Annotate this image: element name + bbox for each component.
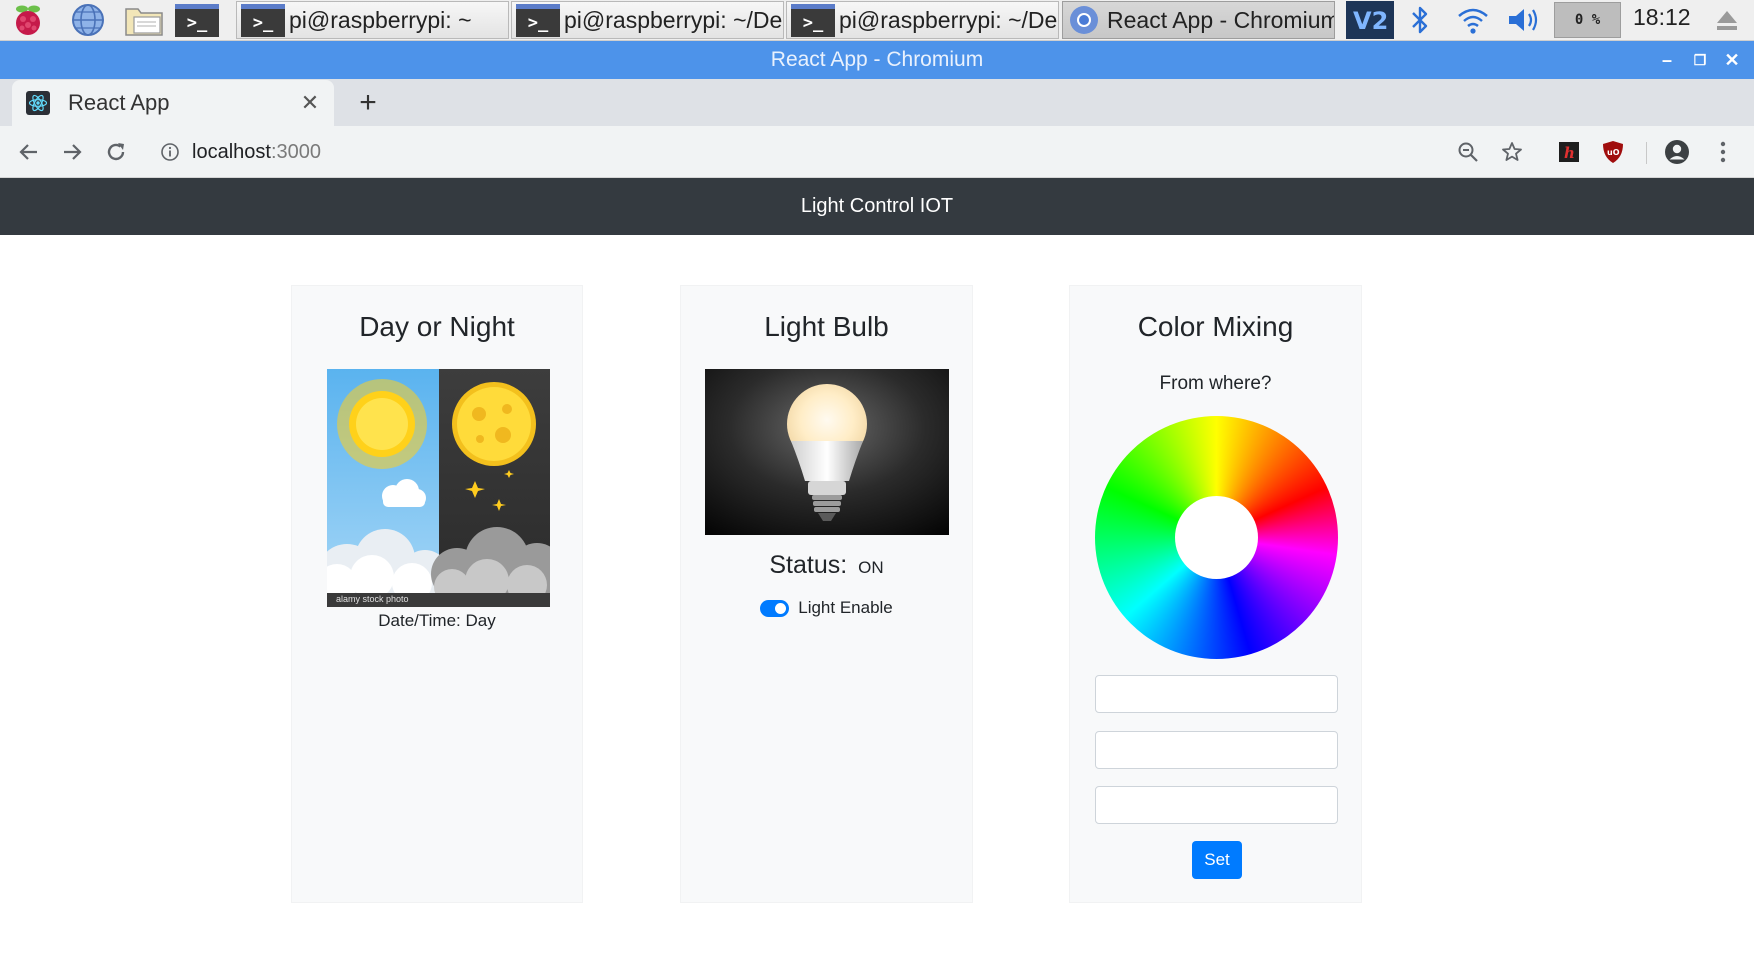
task-terminal-1[interactable]: >_ pi@raspberrypi: ~ (236, 1, 509, 39)
file-manager-icon[interactable] (121, 2, 167, 38)
window-titlebar: React App - Chromium – ❐ ✕ (0, 41, 1754, 79)
vnc-icon[interactable]: V2 (1346, 1, 1394, 39)
color-mixing-card: Color Mixing From where? Set (1069, 285, 1362, 903)
svg-text:h: h (1564, 144, 1575, 162)
bookmark-star-icon[interactable] (1495, 135, 1529, 169)
task-chromium[interactable]: React App - Chromium (1062, 1, 1335, 39)
window-title: React App - Chromium (770, 48, 984, 71)
svg-text:uO: uO (1607, 148, 1620, 157)
tab-title: React App (68, 90, 170, 115)
set-button[interactable]: Set (1192, 841, 1242, 879)
color-input-1[interactable] (1095, 675, 1338, 713)
cpu-monitor: 0 % (1554, 2, 1621, 38)
minimize-icon[interactable]: – (1654, 47, 1680, 73)
site-info-icon[interactable] (160, 142, 180, 167)
svg-text:V2: V2 (1353, 7, 1388, 35)
terminal-launcher-icon[interactable]: >_ (174, 2, 220, 38)
maximize-icon[interactable]: ❐ (1687, 47, 1713, 73)
task-terminal-3[interactable]: >_ pi@raspberrypi: ~/De... (786, 1, 1059, 39)
color-source-prompt: From where? (1159, 373, 1272, 394)
web-browser-icon[interactable] (66, 2, 110, 38)
terminal-icon: >_ (516, 3, 560, 37)
zoom-out-icon[interactable] (1451, 135, 1485, 169)
wifi-icon[interactable] (1453, 2, 1493, 38)
day-night-card: Day or Night alamy stock photo Date/Time… (291, 285, 583, 903)
raspberry-menu-icon[interactable] (6, 2, 50, 38)
task-terminal-2[interactable]: >_ pi@raspberrypi: ~/De... (511, 1, 784, 39)
taskbar: >_ >_ pi@raspberrypi: ~ >_ pi@raspberryp… (0, 0, 1754, 41)
task-label: pi@raspberrypi: ~/De... (564, 6, 784, 33)
app-navbar: Light Control IOT (0, 178, 1754, 235)
tab-strip: React App ✕ + (0, 79, 1754, 126)
chromium-icon (1069, 5, 1099, 35)
browser-toolbar: localhost:3000 h uO (0, 126, 1754, 178)
day-night-image: alamy stock photo (327, 369, 550, 607)
ublock-shield-icon[interactable]: uO (1596, 135, 1630, 169)
url-port: :3000 (270, 140, 321, 163)
light-enable-label[interactable]: Light Enable (798, 598, 893, 618)
date-time-caption: Date/Time: Day (378, 611, 496, 630)
react-favicon-icon (26, 91, 50, 115)
reload-icon[interactable] (99, 135, 133, 169)
bluetooth-icon[interactable] (1402, 2, 1438, 38)
navbar-title[interactable]: Light Control IOT (801, 195, 953, 218)
watermark-text: alamy stock photo (336, 594, 409, 604)
task-label: pi@raspberrypi: ~ (289, 6, 472, 33)
light-enable-row: Light Enable (681, 598, 972, 618)
status-label: Status: (769, 551, 848, 579)
light-bulb-image (705, 369, 949, 535)
clock[interactable]: 18:12 (1633, 4, 1691, 31)
task-label: React App - Chromium (1107, 6, 1335, 33)
profile-avatar-icon[interactable] (1660, 135, 1694, 169)
url-host: localhost (192, 140, 271, 163)
terminal-icon: >_ (791, 3, 835, 37)
new-tab-icon[interactable]: + (352, 86, 384, 119)
status-line: Status: ON (681, 551, 972, 580)
extension-h-icon[interactable]: h (1552, 135, 1586, 169)
color-input-2[interactable] (1095, 731, 1338, 769)
light-bulb-title: Light Bulb (764, 311, 889, 342)
light-bulb-card: Light Bulb Status: ON Light Enable (680, 285, 973, 903)
volume-icon[interactable] (1503, 2, 1545, 38)
color-input-3[interactable] (1095, 786, 1338, 824)
status-value: ON (858, 558, 884, 577)
forward-icon[interactable] (55, 135, 89, 169)
eject-icon[interactable] (1712, 2, 1742, 38)
address-bar[interactable]: localhost:3000 (148, 133, 1438, 171)
light-enable-switch[interactable] (760, 599, 790, 617)
day-night-title: Day or Night (359, 311, 515, 342)
terminal-icon: >_ (241, 3, 285, 37)
task-label: pi@raspberrypi: ~/De... (839, 6, 1059, 33)
close-tab-icon[interactable]: ✕ (296, 89, 324, 117)
color-wheel[interactable] (1095, 416, 1338, 659)
tab-react-app[interactable]: React App ✕ (12, 80, 334, 126)
color-mixing-title: Color Mixing (1137, 311, 1294, 342)
kebab-menu-icon[interactable] (1706, 135, 1740, 169)
close-window-icon[interactable]: ✕ (1719, 47, 1745, 73)
toolbar-divider (1646, 142, 1647, 164)
back-icon[interactable] (12, 135, 46, 169)
